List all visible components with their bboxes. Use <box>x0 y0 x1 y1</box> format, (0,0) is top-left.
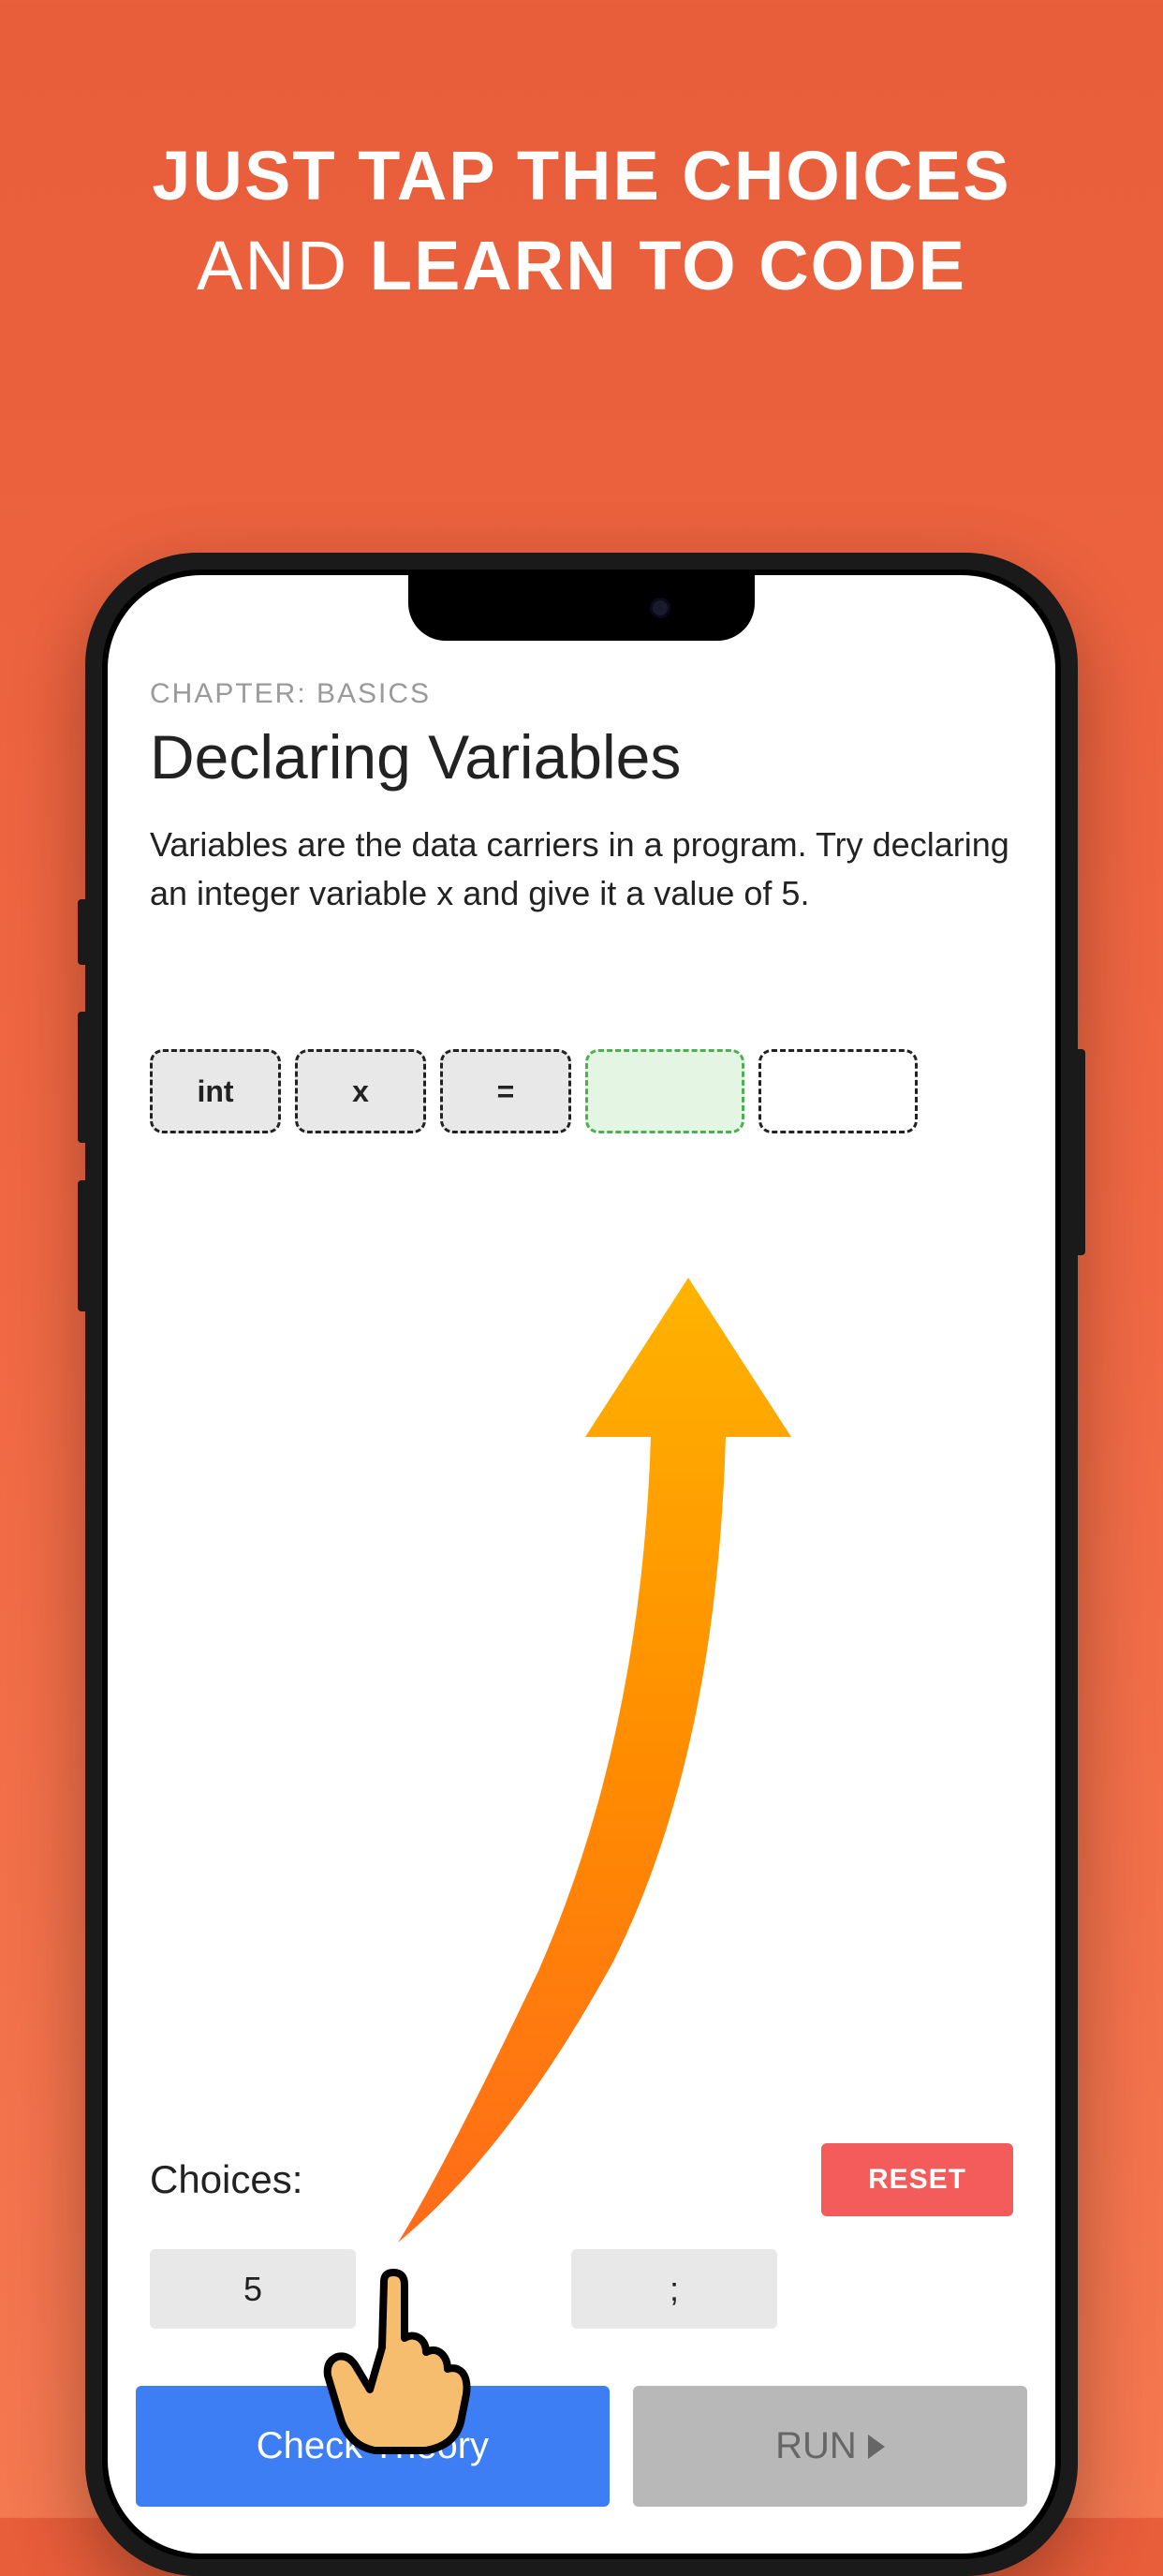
promo-line-2: AND LEARN TO CODE <box>0 221 1163 311</box>
code-slot-1[interactable]: int <box>150 1049 281 1133</box>
code-slot-3[interactable]: = <box>440 1049 571 1133</box>
choice-button-5[interactable]: 5 <box>150 2249 356 2329</box>
phone-power-button <box>1078 1049 1085 1255</box>
phone-side-button <box>78 899 85 965</box>
lesson-description: Variables are the data carriers in a pro… <box>150 821 1013 918</box>
run-button-label: RUN <box>775 2425 857 2467</box>
tutorial-arrow-icon <box>398 1268 829 2243</box>
phone-frame: CHAPTER: BASICS Declaring Variables Vari… <box>85 553 1078 2576</box>
play-icon <box>868 2435 885 2459</box>
choice-button-semicolon[interactable]: ; <box>571 2249 777 2329</box>
promo-line-1: JUST TAP THE CHOICES <box>0 131 1163 221</box>
code-slot-4-active[interactable] <box>585 1049 744 1133</box>
code-slot-5-empty[interactable] <box>758 1049 918 1133</box>
choices-label: Choices: <box>150 2157 302 2202</box>
bottom-buttons-row: Check Theory RUN <box>136 2386 1027 2507</box>
code-slot-2[interactable]: x <box>295 1049 426 1133</box>
promo-header: JUST TAP THE CHOICES AND LEARN TO CODE <box>0 0 1163 311</box>
choices-row: 5 ; <box>150 2249 1013 2329</box>
check-theory-button[interactable]: Check Theory <box>136 2386 610 2507</box>
app-content: CHAPTER: BASICS Declaring Variables Vari… <box>108 575 1055 2554</box>
lesson-title: Declaring Variables <box>150 721 1013 792</box>
choices-header: Choices: RESET <box>150 2143 1013 2216</box>
chapter-label: CHAPTER: BASICS <box>150 678 1013 710</box>
run-button[interactable]: RUN <box>633 2386 1027 2507</box>
choices-section: Choices: RESET 5 ; <box>150 2143 1013 2329</box>
code-slots-row: int x = <box>150 1049 1013 1133</box>
phone-volume-down <box>78 1180 85 1311</box>
phone-screen: CHAPTER: BASICS Declaring Variables Vari… <box>108 575 1055 2554</box>
phone-notch <box>408 575 755 641</box>
reset-button[interactable]: RESET <box>821 2143 1013 2216</box>
phone-camera <box>650 598 670 618</box>
phone-volume-up <box>78 1012 85 1143</box>
phone-inner: CHAPTER: BASICS Declaring Variables Vari… <box>102 570 1061 2559</box>
